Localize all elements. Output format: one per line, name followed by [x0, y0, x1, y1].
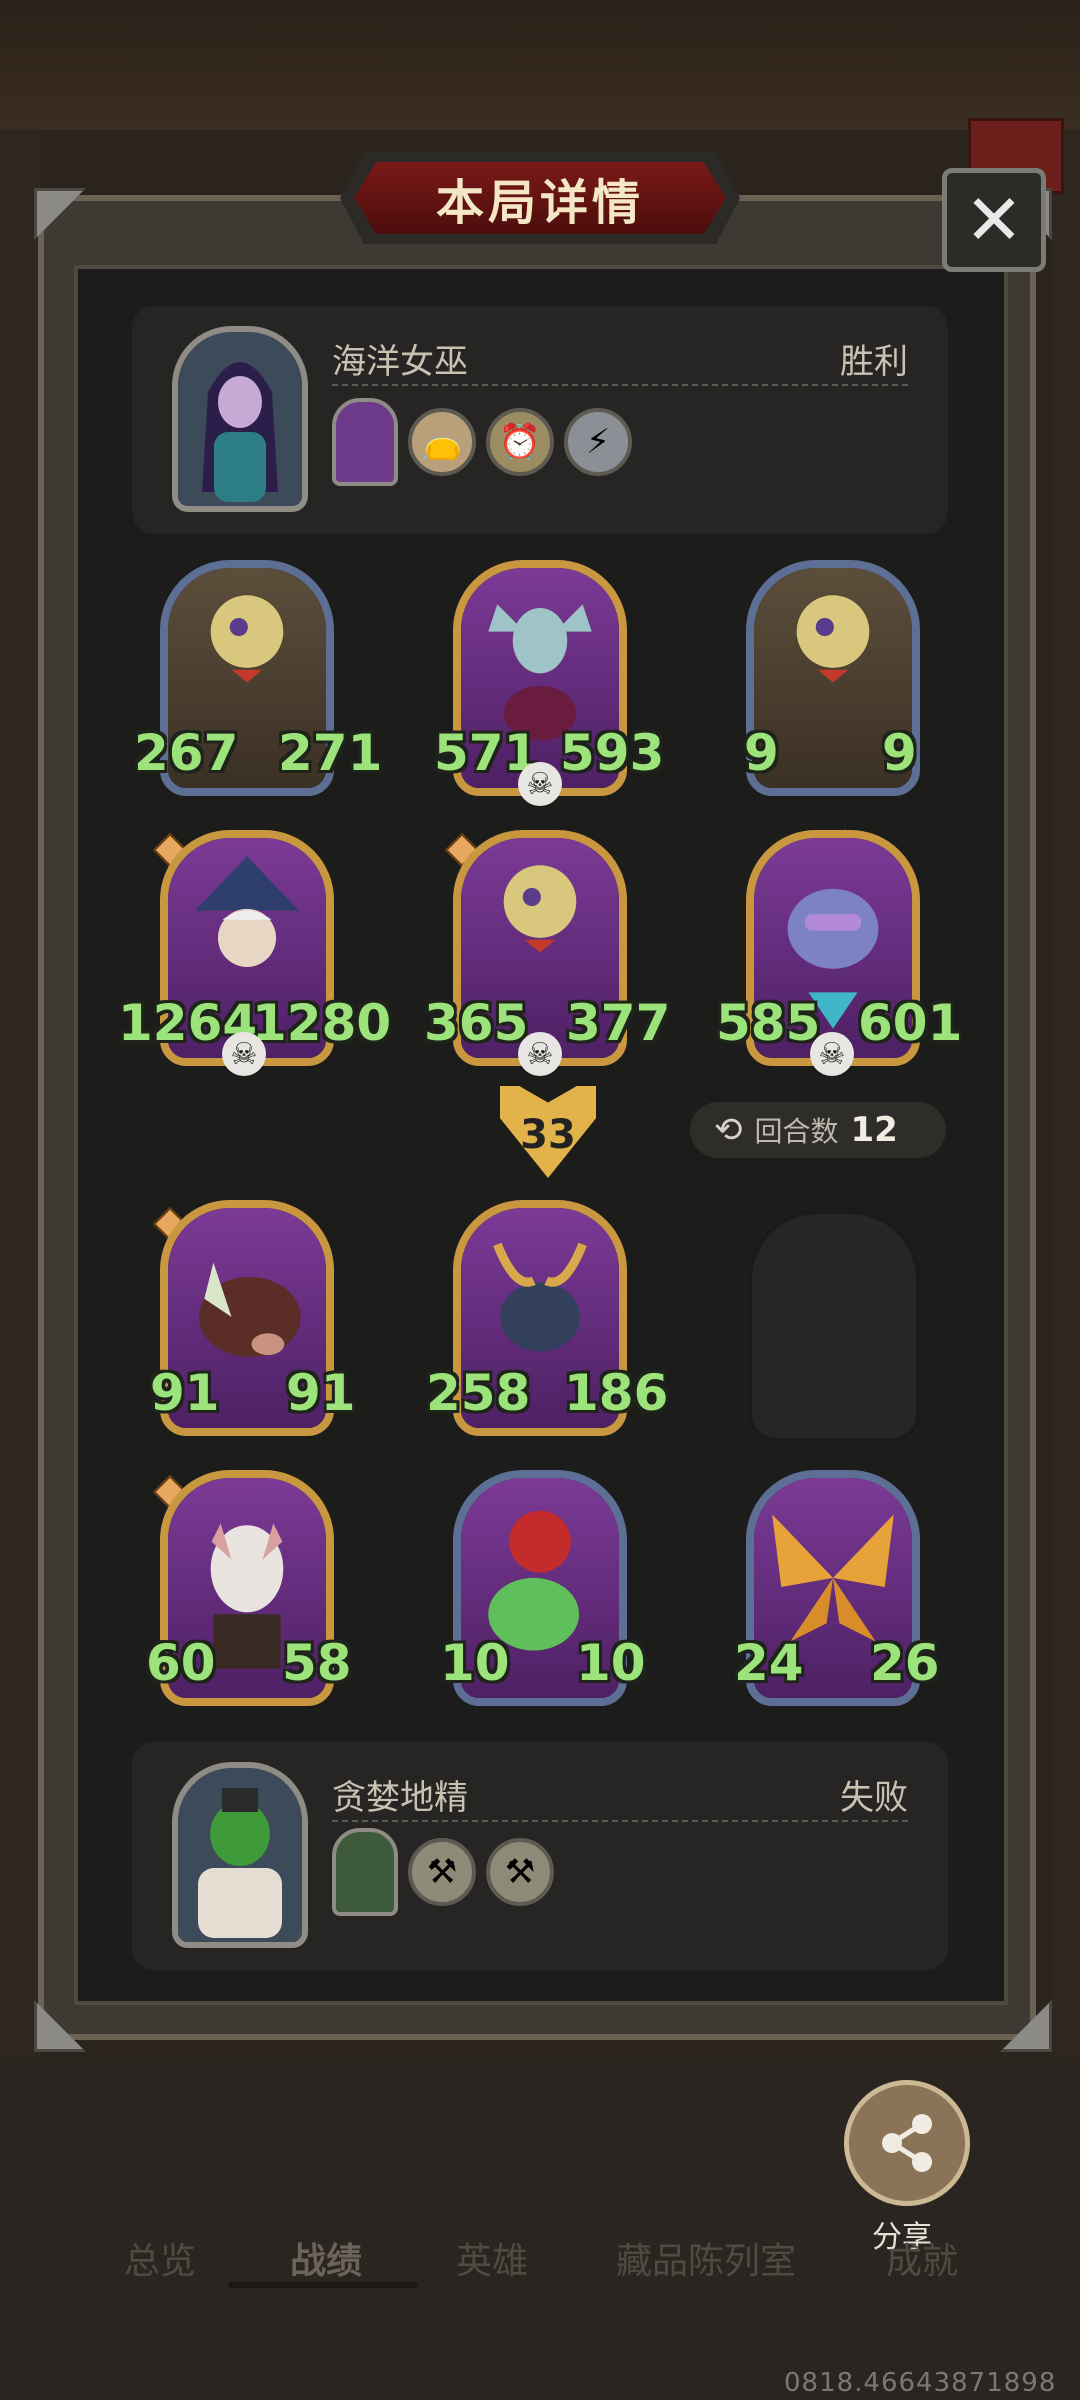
match-result: 胜利: [840, 342, 908, 382]
player-card-winner: 海洋女巫 胜利 👝 ⏰ ⚡: [132, 306, 948, 534]
divider: [332, 1820, 908, 1822]
divider: [332, 384, 908, 386]
player-name: 海洋女巫: [332, 342, 468, 382]
close-icon: ✕: [964, 179, 1024, 261]
hero-power-icon[interactable]: [332, 1828, 398, 1916]
minion-health: 186: [564, 1364, 669, 1422]
skull-icon: ☠: [810, 1032, 854, 1076]
background-right: [1050, 130, 1080, 2130]
turn-counter: ⟲ 回合数 12: [690, 1102, 946, 1158]
minion-health: 58: [282, 1634, 352, 1692]
empty-minion-slot: [748, 1210, 920, 1442]
axe-weapon-icon[interactable]: ⚒: [408, 1838, 476, 1906]
skull-icon: ☠: [222, 1032, 266, 1076]
minion-attack: 267: [134, 724, 239, 782]
minion-attack: 585: [716, 994, 821, 1052]
minion-attack: 91: [150, 1364, 220, 1422]
skull-icon: ☠: [518, 762, 562, 806]
turn-counter-value: 12: [850, 1110, 898, 1150]
lightning-orb-icon[interactable]: ⚡: [564, 408, 632, 476]
background-top: [0, 0, 1080, 130]
refresh-icon: ⟲: [714, 1110, 743, 1150]
minion-attack: 60: [146, 1634, 216, 1692]
treasure-bag-icon[interactable]: 👝: [408, 408, 476, 476]
minion-attack: 258: [426, 1364, 531, 1422]
minion-health: 26: [870, 1634, 940, 1692]
page-title: 本局详情: [354, 162, 726, 234]
trinket-list: 👝 ⏰ ⚡: [332, 398, 632, 486]
minion-health: 271: [278, 724, 383, 782]
tab-achievements[interactable]: 成就: [886, 2232, 958, 2284]
minion-attack: 24: [734, 1634, 804, 1692]
share-button[interactable]: [844, 2080, 970, 2206]
minion-health: 91: [286, 1364, 356, 1422]
player-name: 贪婪地精: [332, 1778, 468, 1818]
minion-health: 377: [566, 994, 671, 1052]
minion-health: 593: [560, 724, 665, 782]
tab-heroes[interactable]: 英雄: [456, 2232, 528, 2284]
player-card-loser: 贪婪地精 失败 ⚒ ⚒: [132, 1742, 948, 1970]
axe-weapon-icon[interactable]: ⚒: [486, 1838, 554, 1906]
minion-attack: 10: [440, 1634, 510, 1692]
tab-records[interactable]: 战绩: [290, 2232, 362, 2284]
hero-power-icon[interactable]: [332, 398, 398, 486]
close-button[interactable]: ✕: [942, 168, 1046, 272]
hero-portrait-greedy-goblin[interactable]: [172, 1762, 308, 1948]
background-left: [0, 130, 40, 2130]
minion-health: 1280: [252, 994, 392, 1052]
minion-health: 10: [576, 1634, 646, 1692]
trinket-list: ⚒ ⚒: [332, 1828, 554, 1916]
hero-portrait-sea-witch[interactable]: [172, 326, 308, 512]
minion-health: 601: [858, 994, 963, 1052]
tab-active-indicator: [228, 2282, 418, 2288]
tab-overview[interactable]: 总览: [124, 2232, 196, 2284]
minion-attack: 9: [744, 724, 779, 782]
minion-attack: 365: [424, 994, 529, 1052]
share-icon: [882, 2114, 932, 2172]
minion-health: 9: [882, 724, 917, 782]
skull-icon: ☠: [518, 1032, 562, 1076]
build-code: 0818.46643871898: [784, 2368, 1057, 2398]
match-result: 失败: [840, 1778, 908, 1818]
turn-counter-label: 回合数: [754, 1115, 839, 1148]
tab-collection[interactable]: 藏品陈列室: [616, 2232, 796, 2284]
cuckoo-clock-icon[interactable]: ⏰: [486, 408, 554, 476]
